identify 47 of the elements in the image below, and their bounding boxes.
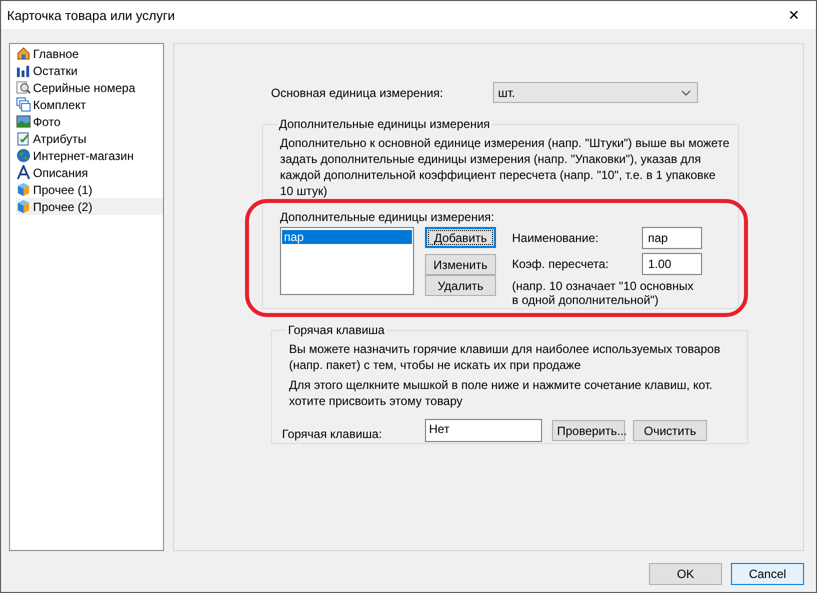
factor-field[interactable]: 1.00	[642, 253, 702, 275]
hint-text: (напр. 10 означает "10 основных в одной дополнительной")	[512, 279, 694, 307]
dialog-button[interactable]: OK	[649, 563, 722, 585]
description-text: Для этого щелкните мышкой в поле ниже и нажмите сочетание клавиш, кот. хотите присвоить этому товару	[289, 377, 714, 409]
description-text: Дополнительно к основной единице измерения (напр. "Штуки") выше вы можете задать дополнительные единицы измерения (напр. "Упаковки"), указав для каждой дополнительной коэффициент пересчета (напр. "10", т.е. в 1 упаковке 10 штук)	[280, 135, 730, 199]
sidebar-item[interactable]: Комплект	[16, 96, 163, 113]
sidebar-item[interactable]: Фото	[16, 113, 163, 130]
group-title: Дополнительные единицы измерения	[278, 117, 491, 131]
field-label: Горячая клавиша:	[282, 426, 383, 440]
sidebar-item[interactable]: Серийные номера	[16, 79, 163, 96]
hotkey-field[interactable]: Нет	[425, 419, 542, 442]
check-button[interactable]: Проверить...	[552, 420, 625, 441]
field-label: Основная единица измерения:	[270, 86, 444, 100]
dialog-button[interactable]: Cancel	[731, 563, 804, 585]
form-icon	[16, 131, 31, 146]
photo-icon	[16, 114, 31, 129]
action-button[interactable]: Изменить	[425, 254, 496, 275]
sidebar-item[interactable]: Атрибуты	[16, 130, 163, 147]
letter-a-icon	[16, 165, 31, 180]
sidebar-item[interactable]: Описания	[16, 164, 163, 181]
sidebar-item[interactable]: Главное	[16, 45, 163, 62]
list-label: Дополнительные единицы измерения:	[280, 210, 494, 224]
house-icon	[16, 46, 31, 61]
unit-dropdown[interactable]: шт.	[493, 82, 698, 103]
field-label: Наименование:	[512, 231, 599, 245]
sidebar-item[interactable]: Остатки	[16, 62, 163, 79]
bar-chart-icon	[16, 63, 31, 78]
sidebar-item[interactable]: Прочее (2)	[16, 198, 163, 215]
sidebar-item[interactable]: Интернет-магазин	[16, 147, 163, 164]
description-text: Вы можете назначить горячие клавиши для наиболее используемых товаров (напр. пакет) с тем, чтобы не искать их при продаже	[289, 341, 722, 373]
cube-icon	[16, 182, 31, 197]
cube-icon	[16, 199, 31, 214]
windows-icon	[16, 97, 31, 112]
close-button[interactable]: ✕	[772, 1, 816, 29]
window-title: Карточка товара или услуги	[7, 8, 175, 22]
group-title: Горячая клавиша	[287, 323, 386, 337]
action-button[interactable]: Удалить	[425, 275, 496, 296]
sidebar-item[interactable]: Прочее (1)	[16, 181, 163, 198]
name-field[interactable]: пар	[642, 227, 702, 249]
magnifier-icon	[16, 80, 31, 95]
list-item[interactable]: пар	[282, 230, 412, 244]
globe-icon	[16, 148, 31, 163]
clear-button[interactable]: Очистить	[633, 420, 707, 441]
field-label: Коэф. пересчета:	[512, 257, 609, 271]
unit-list[interactable]: пар	[280, 227, 414, 295]
chevron-icon	[681, 90, 691, 96]
action-button[interactable]: Добавить	[425, 227, 496, 248]
